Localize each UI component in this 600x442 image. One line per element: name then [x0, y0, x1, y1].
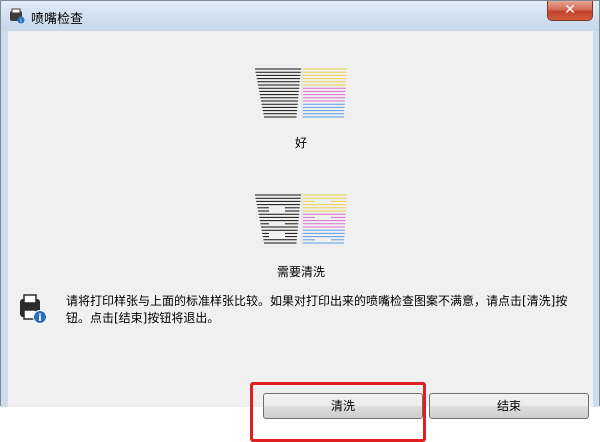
good-pattern-caption: 好	[294, 136, 307, 150]
close-icon: ✕	[564, 2, 576, 18]
instruction-message: 请将打印样张与上面的标准样张比较。如果对打印出来的喷嘴检查图案不满意，请点击[清…	[66, 294, 568, 325]
bad-nozzle-pattern-image	[255, 193, 347, 245]
nozzle-check-dialog: i 喷嘴检查 ✕ 好 需要清洗 i 请将打印样张与上面的标准样张比较。如果对打印…	[0, 0, 600, 442]
info-printer-icon: i	[20, 294, 47, 324]
window-title: 喷嘴检查	[31, 12, 84, 27]
printer-app-icon: i	[10, 8, 25, 24]
finish-button[interactable]: 结束	[429, 393, 589, 419]
bad-pattern-caption: 需要清洗	[276, 265, 325, 279]
window-frame-left	[1, 31, 8, 407]
clean-button-highlight	[250, 382, 426, 442]
svg-text:i: i	[38, 313, 41, 324]
good-nozzle-pattern-image	[255, 67, 347, 119]
window-frame-right	[592, 31, 599, 407]
close-button[interactable]: ✕	[547, 1, 593, 21]
dialog-content: 好 需要清洗 i 请将打印样张与上面的标准样张比较。如果对打印出来的喷嘴检查图案…	[8, 31, 593, 442]
title-bar[interactable]: i 喷嘴检查 ✕	[1, 1, 599, 31]
